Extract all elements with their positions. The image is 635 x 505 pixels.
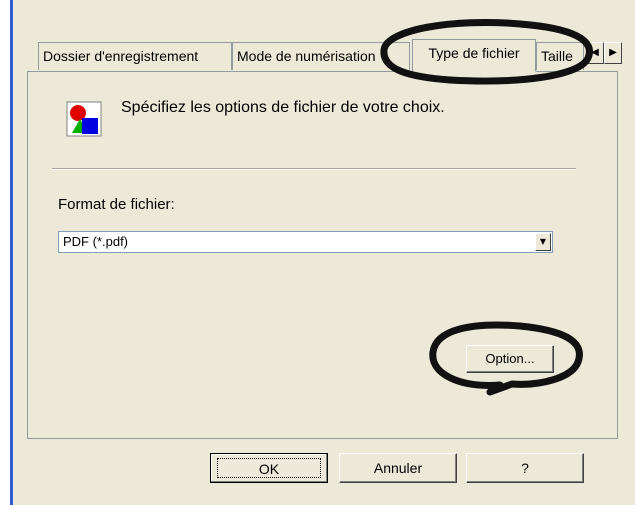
file-format-select[interactable]: PDF (*.pdf) ▼ (58, 231, 553, 253)
file-type-panel: Spécifiez les options de fichier de votr… (27, 71, 618, 439)
arrow-right-icon[interactable]: ▶ (604, 42, 622, 64)
divider (52, 168, 576, 170)
tab-save-folder[interactable]: Dossier d'enregistrement (38, 42, 232, 70)
ok-button[interactable]: OK (210, 453, 328, 483)
tab-strip: Dossier d'enregistrement Mode de numéris… (0, 0, 625, 80)
ok-label: OK (217, 458, 321, 478)
arrow-left-icon[interactable]: ◀ (586, 42, 604, 64)
file-format-value: PDF (*.pdf) (63, 234, 129, 249)
header-description: Spécifiez les options de fichier de votr… (121, 99, 445, 116)
help-button[interactable]: ? (466, 453, 584, 483)
tab-scan-mode[interactable]: Mode de numérisation (232, 42, 410, 70)
tab-size[interactable]: Taille (536, 42, 584, 70)
file-type-icon (66, 101, 102, 137)
tab-file-type[interactable]: Type de fichier (412, 39, 536, 72)
chevron-down-icon[interactable]: ▼ (535, 233, 551, 251)
file-format-label: Format de fichier: (58, 196, 175, 213)
cancel-button[interactable]: Annuler (339, 453, 457, 483)
option-button[interactable]: Option... (466, 345, 554, 373)
